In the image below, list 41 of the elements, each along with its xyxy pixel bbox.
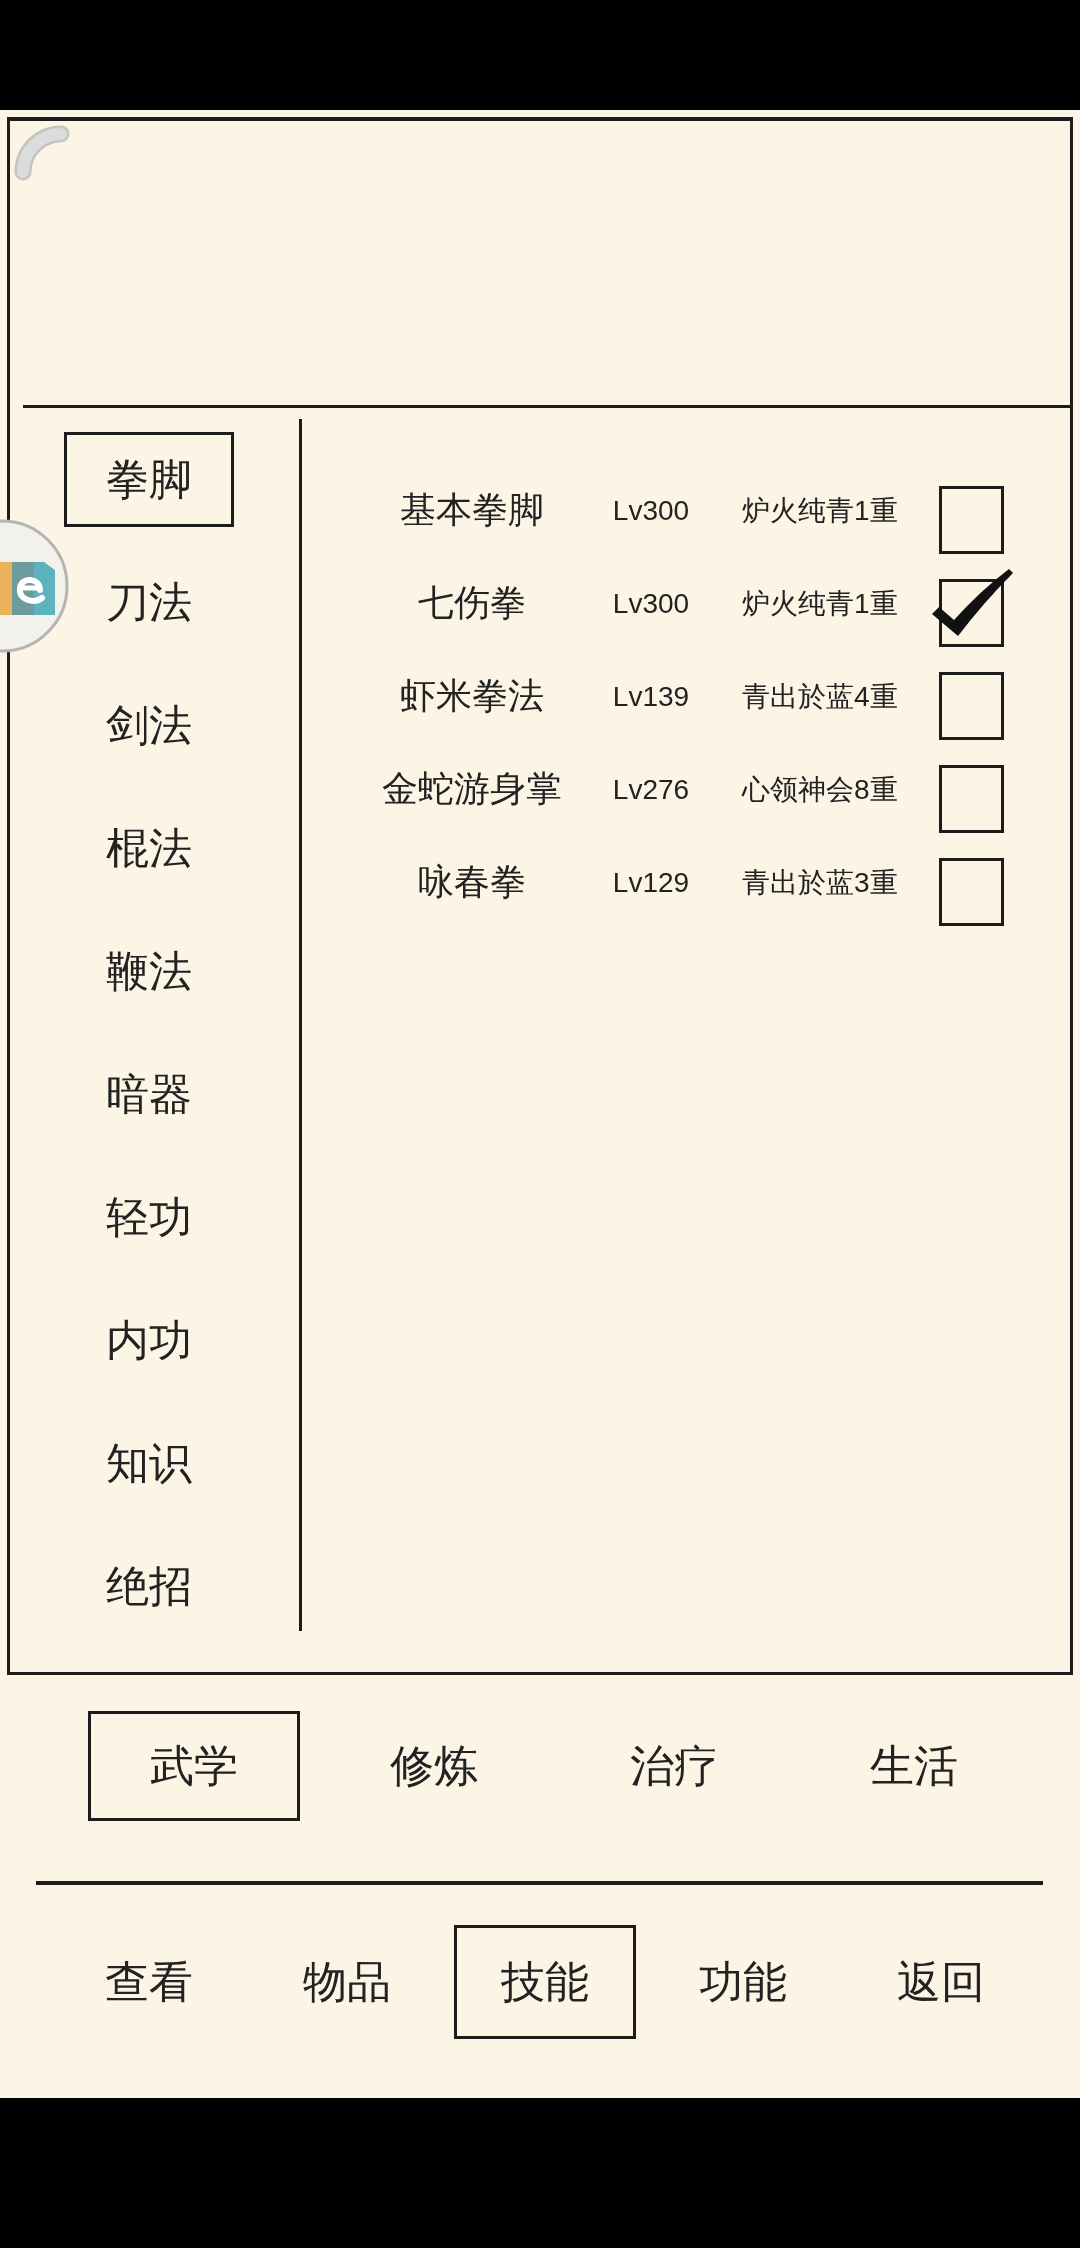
category-tab[interactable]: 拳脚	[63, 432, 234, 527]
arc-icon	[14, 125, 70, 181]
skill-level: Lv129	[612, 866, 690, 899]
checkbox[interactable]	[939, 671, 1004, 740]
skill-name: 基本拳脚	[400, 488, 544, 532]
category-tab[interactable]: 鞭法	[105, 946, 192, 997]
skill-stage: 青出於蓝3重	[742, 865, 898, 900]
section-tab[interactable]: 生活	[870, 1740, 958, 1792]
checkbox[interactable]	[939, 857, 1004, 926]
nav-tab[interactable]: 技能	[454, 1925, 636, 2039]
section-tab[interactable]: 治疗	[630, 1740, 718, 1792]
skill-name: 金蛇游身掌	[382, 767, 562, 811]
checkbox[interactable]	[932, 568, 1013, 647]
check-icon	[932, 568, 1013, 636]
section-tab[interactable]: 武学	[88, 1711, 300, 1821]
nav-tab[interactable]: 物品	[303, 1956, 391, 2008]
nav-tab[interactable]: 功能	[699, 1956, 787, 2008]
skill-level: Lv300	[612, 494, 690, 527]
skill-name: 咏春拳	[418, 860, 526, 904]
skill-level: Lv300	[612, 587, 690, 620]
category-tab[interactable]: 暗器	[105, 1069, 192, 1120]
skill-stage: 心领神会8重	[742, 772, 898, 807]
category-tab[interactable]: 轻功	[105, 1192, 192, 1243]
category-tab[interactable]: 知识	[105, 1438, 192, 1489]
skill-stage: 青出於蓝4重	[742, 679, 898, 714]
category-tab[interactable]: 棍法	[105, 823, 192, 874]
nav-tab[interactable]: 查看	[105, 1956, 193, 2008]
category-tab[interactable]: 内功	[105, 1315, 192, 1366]
skill-level: Lv276	[612, 773, 690, 806]
section-tab[interactable]: 修炼	[390, 1740, 478, 1792]
category-tab[interactable]: 剑法	[105, 700, 192, 751]
checkbox[interactable]	[939, 764, 1004, 833]
skill-name: 七伤拳	[418, 581, 526, 625]
category-tab[interactable]: 绝招	[105, 1561, 192, 1612]
skill-name: 虾米拳法	[400, 674, 544, 718]
skill-stage: 炉火纯青1重	[742, 586, 898, 621]
skill-stage: 炉火纯青1重	[742, 493, 898, 528]
skill-level: Lv139	[612, 680, 690, 713]
nav-tab[interactable]: 返回	[897, 1956, 985, 2008]
checkbox[interactable]	[939, 485, 1004, 554]
category-tab[interactable]: 刀法	[105, 577, 192, 628]
